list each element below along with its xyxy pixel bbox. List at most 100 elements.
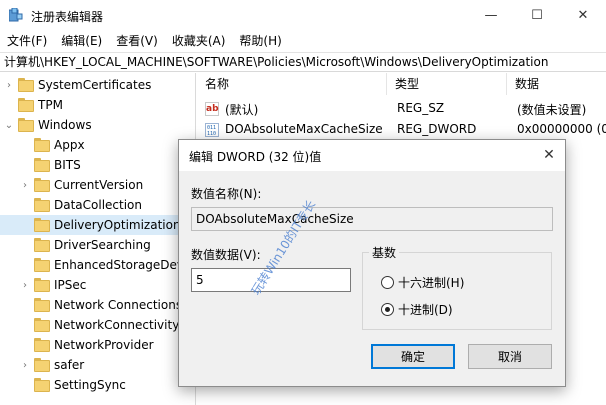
- menu-view[interactable]: 查看(V): [109, 30, 165, 52]
- address-bar[interactable]: 计算机\HKEY_LOCAL_MACHINE\SOFTWARE\Policies…: [0, 52, 606, 72]
- tree-item-label: NetworkProvider: [54, 338, 154, 352]
- radio-hex-circle[interactable]: [381, 276, 394, 289]
- tree-item-label: SystemCertificates: [38, 78, 152, 92]
- minimize-icon: —: [484, 7, 498, 23]
- string-value-icon: ab: [205, 102, 219, 116]
- close-icon: ✕: [543, 147, 555, 163]
- folder-icon: [34, 278, 50, 292]
- chevron-right-icon[interactable]: ›: [20, 175, 30, 195]
- edit-dword-dialog: 编辑 DWORD (32 位)值 ✕ 数值名称(N): DOAbsoluteMa…: [178, 139, 566, 387]
- title-bar: 注册表编辑器 — ☐ ✕: [0, 0, 606, 30]
- tree-item-label: Appx: [54, 138, 85, 152]
- tree-item-label: TPM: [38, 98, 63, 112]
- radio-hex-label: 十六进制(H): [398, 276, 465, 290]
- value-name: (默认): [225, 103, 259, 117]
- cancel-button[interactable]: 取消: [468, 344, 552, 369]
- folder-icon: [34, 298, 50, 312]
- tree-item[interactable]: SettingSync: [0, 375, 195, 395]
- base-groupbox: [362, 252, 552, 330]
- tree-item[interactable]: › SystemCertificates: [0, 75, 195, 95]
- folder-icon: [34, 338, 50, 352]
- chevron-down-icon[interactable]: ⌄: [4, 115, 14, 135]
- folder-icon: [34, 158, 50, 172]
- window-title: 注册表编辑器: [31, 10, 104, 24]
- menu-favorites[interactable]: 收藏夹(A): [165, 30, 233, 52]
- folder-icon: [18, 118, 34, 132]
- chevron-right-icon[interactable]: ›: [20, 275, 30, 295]
- value-data: 0x00000000 (0): [517, 122, 606, 136]
- tree-item[interactable]: DataCollection: [0, 195, 195, 215]
- tree-item-label: DataCollection: [54, 198, 143, 212]
- list-item[interactable]: ab (默认) REG_SZ (数值未设置): [197, 99, 606, 119]
- tree-item-label: NetworkConnectivityS: [54, 318, 187, 332]
- svg-text:110: 110: [207, 131, 216, 136]
- menu-file[interactable]: 文件(F): [0, 30, 54, 52]
- menu-bar: 文件(F) 编辑(E) 查看(V) 收藏夹(A) 帮助(H): [0, 30, 606, 52]
- radio-hexadecimal[interactable]: 十六进制(H): [381, 274, 464, 291]
- tree-item-label: safer: [54, 358, 85, 372]
- regedit-app-icon: [9, 8, 23, 22]
- value-name-label: 数值名称(N):: [191, 187, 262, 201]
- column-header-data[interactable]: 数据: [507, 73, 606, 95]
- value-data-label: 数值数据(V):: [191, 248, 261, 262]
- tree-item[interactable]: NetworkProvider: [0, 335, 195, 355]
- tree-item[interactable]: DeliveryOptimization: [0, 215, 195, 235]
- menu-edit[interactable]: 编辑(E): [54, 30, 109, 52]
- value-type: REG_DWORD: [397, 122, 477, 136]
- close-window-button[interactable]: ✕: [560, 0, 606, 30]
- column-header-name[interactable]: 名称: [197, 73, 387, 95]
- value-name-field: DOAbsoluteMaxCacheSize: [191, 207, 553, 231]
- maximize-button[interactable]: ☐: [514, 0, 560, 30]
- base-group-title: 基数: [369, 244, 400, 261]
- tree-item[interactable]: › safer: [0, 355, 195, 375]
- list-item[interactable]: 011 110 DOAbsoluteMaxCacheSize REG_DWORD …: [197, 120, 606, 140]
- dialog-body: 数值名称(N): DOAbsoluteMaxCacheSize 数值数据(V):…: [179, 171, 565, 386]
- column-header-type[interactable]: 类型: [387, 73, 507, 95]
- tree-item[interactable]: Appx: [0, 135, 195, 155]
- chevron-right-icon[interactable]: ›: [4, 75, 14, 95]
- radio-dec-label: 十进制(D): [398, 303, 453, 317]
- key-tree[interactable]: › SystemCertificates TPM ⌄ Windows Appx BITS › C…: [0, 73, 196, 405]
- tree-item-label: DeliveryOptimization: [54, 218, 181, 232]
- folder-icon: [34, 138, 50, 152]
- value-type: REG_SZ: [397, 101, 445, 115]
- value-data: (数值未设置): [517, 103, 587, 117]
- radio-dec-circle[interactable]: [381, 303, 394, 316]
- ok-button[interactable]: 确定: [371, 344, 455, 369]
- tree-item[interactable]: DriverSearching: [0, 235, 195, 255]
- tree-item-label: DriverSearching: [54, 238, 151, 252]
- folder-icon: [18, 78, 34, 92]
- radio-decimal[interactable]: 十进制(D): [381, 301, 453, 318]
- tree-item[interactable]: TPM: [0, 95, 195, 115]
- tree-item[interactable]: EnhancedStorageDev: [0, 255, 195, 275]
- value-name: DOAbsoluteMaxCacheSize: [225, 122, 383, 136]
- tree-item-label: BITS: [54, 158, 81, 172]
- tree-item[interactable]: BITS: [0, 155, 195, 175]
- tree-item-label: Network Connections: [54, 298, 183, 312]
- tree-item-label: Windows: [38, 118, 92, 132]
- menu-help[interactable]: 帮助(H): [232, 30, 288, 52]
- folder-icon: [34, 378, 50, 392]
- chevron-right-icon[interactable]: ›: [20, 355, 30, 375]
- maximize-icon: ☐: [531, 7, 543, 23]
- tree-item[interactable]: › IPSec: [0, 275, 195, 295]
- folder-icon: [34, 258, 50, 272]
- tree-item-label: CurrentVersion: [54, 178, 144, 192]
- tree-item-label: IPSec: [54, 278, 87, 292]
- folder-icon: [18, 98, 34, 112]
- dialog-title: 编辑 DWORD (32 位)值: [189, 150, 322, 164]
- tree-item[interactable]: NetworkConnectivityS: [0, 315, 195, 335]
- dword-value-icon: 011 110: [205, 123, 219, 137]
- folder-icon: [34, 218, 50, 232]
- folder-icon: [34, 238, 50, 252]
- close-icon: ✕: [577, 7, 589, 23]
- tree-item[interactable]: ⌄ Windows: [0, 115, 195, 135]
- dialog-close-button[interactable]: ✕: [537, 144, 561, 166]
- folder-icon: [34, 318, 50, 332]
- folder-icon: [34, 178, 50, 192]
- folder-icon: [34, 198, 50, 212]
- tree-item[interactable]: Network Connections: [0, 295, 195, 315]
- minimize-button[interactable]: —: [468, 0, 514, 30]
- tree-item[interactable]: › CurrentVersion: [0, 175, 195, 195]
- tree-item-label: SettingSync: [54, 378, 126, 392]
